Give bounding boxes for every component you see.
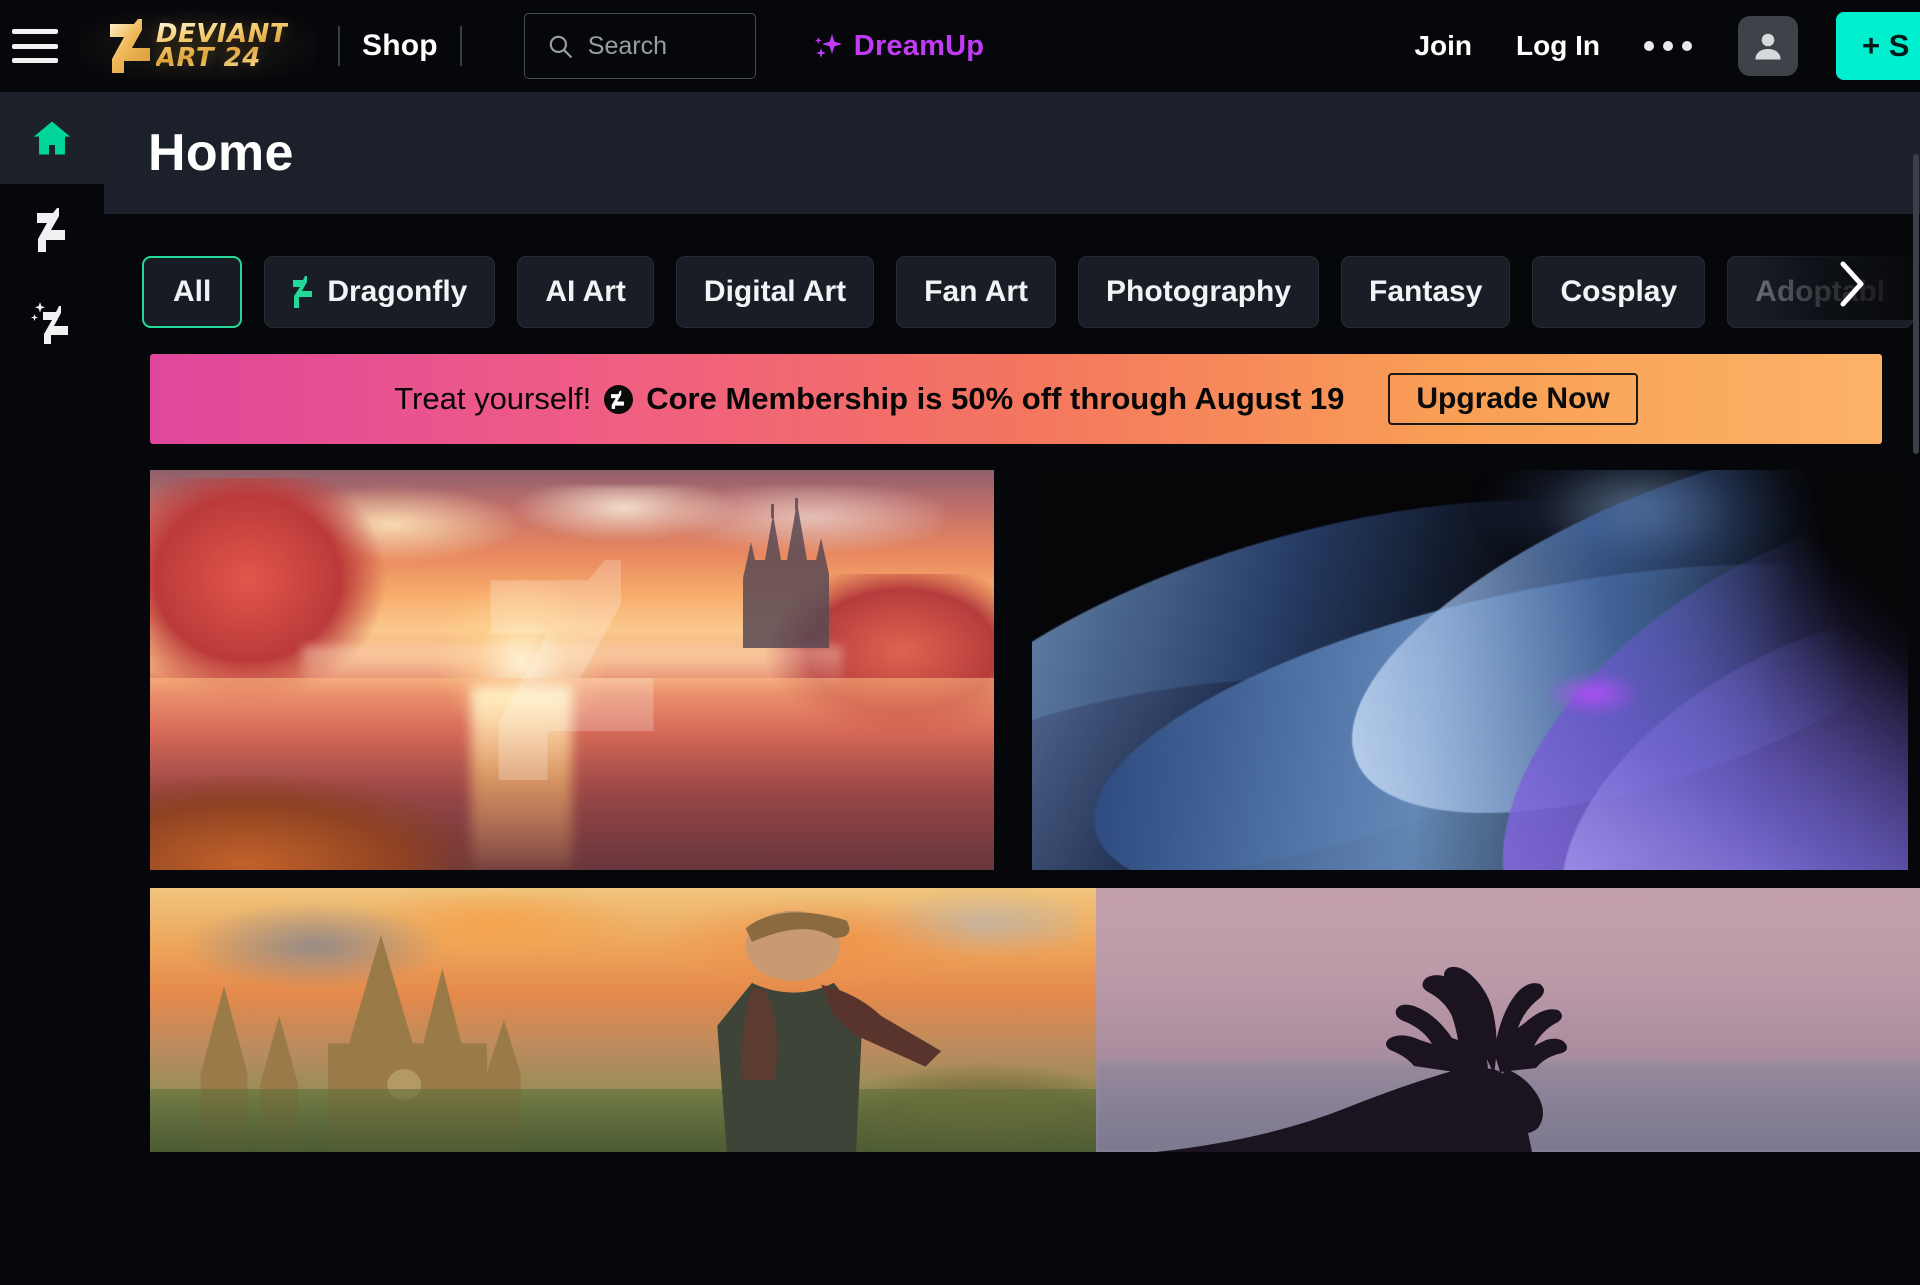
hamburger-menu-icon[interactable] [12,29,58,63]
chip-label: Dragonfly [327,275,468,308]
character-silhouette [717,910,942,1152]
logo-line-2: ART 24 [155,43,261,73]
dreamup-link[interactable]: DreamUp [810,28,984,64]
sidebar-item-dreamup[interactable] [0,276,104,368]
home-icon [33,121,71,155]
chip-label: Digital Art [703,275,847,308]
sidebar-item-home[interactable] [0,92,104,184]
artwork-thumbnail [150,470,994,870]
promo-banner-text: Treat yourself! Core Membership is 50% o… [394,381,1344,417]
logo-wordmark: DEVIANT ART 24 [155,20,288,73]
more-options-icon[interactable] [1644,41,1692,51]
top-bar-right-group: Join Log In + S [1414,0,1920,92]
join-link[interactable]: Join [1414,30,1472,62]
category-chip-list: All Dragonfly AI Art Digital Art Fan Art Phot… [104,214,1920,336]
page-scrollbar[interactable] [1912,92,1920,1285]
top-navigation-bar: DEVIANT ART 24 Shop Search DreamUp Join … [0,0,1920,92]
green-bolt-icon [293,276,313,308]
search-placeholder: Search [587,31,668,60]
chip-ai-art[interactable]: AI Art [517,256,654,328]
artwork-thumbnail [150,888,1096,1152]
chip-adoptabl[interactable]: Adoptabl [1727,256,1914,328]
chip-fantasy[interactable]: Fantasy [1341,256,1511,328]
user-avatar-icon [1755,33,1781,60]
artwork-grid [150,470,1920,1152]
chip-label: AI Art [545,275,626,308]
artwork-sunset-lake-castle[interactable] [150,470,994,870]
submit-button[interactable]: + S [1836,12,1920,80]
core-membership-icon [604,384,634,414]
chip-all[interactable]: All [142,256,243,328]
chip-dragonfly[interactable]: Dragonfly [264,256,496,328]
search-input[interactable]: Search [523,13,756,79]
chevron-right-icon[interactable] [1834,259,1868,309]
sparkle-bolt-icon [31,302,68,344]
page-header: Home [104,92,1920,214]
chip-label: Fantasy [1369,275,1483,308]
chip-digital-art[interactable]: Digital Art [675,256,875,328]
deviantart-bolt-logo-icon [109,19,150,73]
search-icon [549,35,572,58]
artwork-abstract-blue-purple-waves[interactable] [1032,470,1908,870]
artwork-thumbnail [1032,470,1908,870]
lightning-bolt-icon [37,208,65,252]
shop-link[interactable]: Shop [362,29,438,63]
chip-label: All [173,275,212,308]
dreamup-label: DreamUp [853,29,985,62]
artwork-thumbnail [1096,888,1920,1152]
deer-silhouette [1156,966,1567,1152]
chip-cosplay[interactable]: Cosplay [1532,256,1706,328]
scrollbar-thumb[interactable] [1913,154,1919,454]
category-filter-bar: All Dragonfly AI Art Digital Art Fan Art Phot… [104,214,1920,336]
login-link[interactable]: Log In [1516,30,1600,62]
chip-label: Photography [1106,275,1292,308]
deviantart-watermark [490,560,654,780]
castle-silhouette [742,498,829,648]
chip-label: Cosplay [1560,275,1678,308]
artwork-deer-silhouette-dusk[interactable] [1096,888,1920,1152]
left-icon-rail [0,92,104,1285]
divider [338,26,340,66]
main-content: Home All Dragonfly AI Art Digital Art Fan Ar… [104,92,1920,1285]
deviantart-logo[interactable]: DEVIANT ART 24 [80,11,316,81]
sidebar-item-dragonfly[interactable] [0,184,104,276]
promo-strong-text: Core Membership is 50% off through Augus… [646,381,1345,416]
chip-fan-art[interactable]: Fan Art [896,256,1057,328]
promo-pre-text: Treat yourself! [394,381,592,416]
promo-banner[interactable]: Treat yourself! Core Membership is 50% o… [150,354,1882,444]
chip-photography[interactable]: Photography [1078,256,1320,328]
artwork-castle-character-sunset[interactable] [150,888,1096,1152]
chip-label: Fan Art [924,275,1029,308]
upgrade-now-button[interactable]: Upgrade Now [1388,373,1638,425]
avatar[interactable] [1738,16,1798,76]
divider [459,26,462,66]
sparkle-icon [814,34,842,58]
page-title: Home [148,124,294,182]
